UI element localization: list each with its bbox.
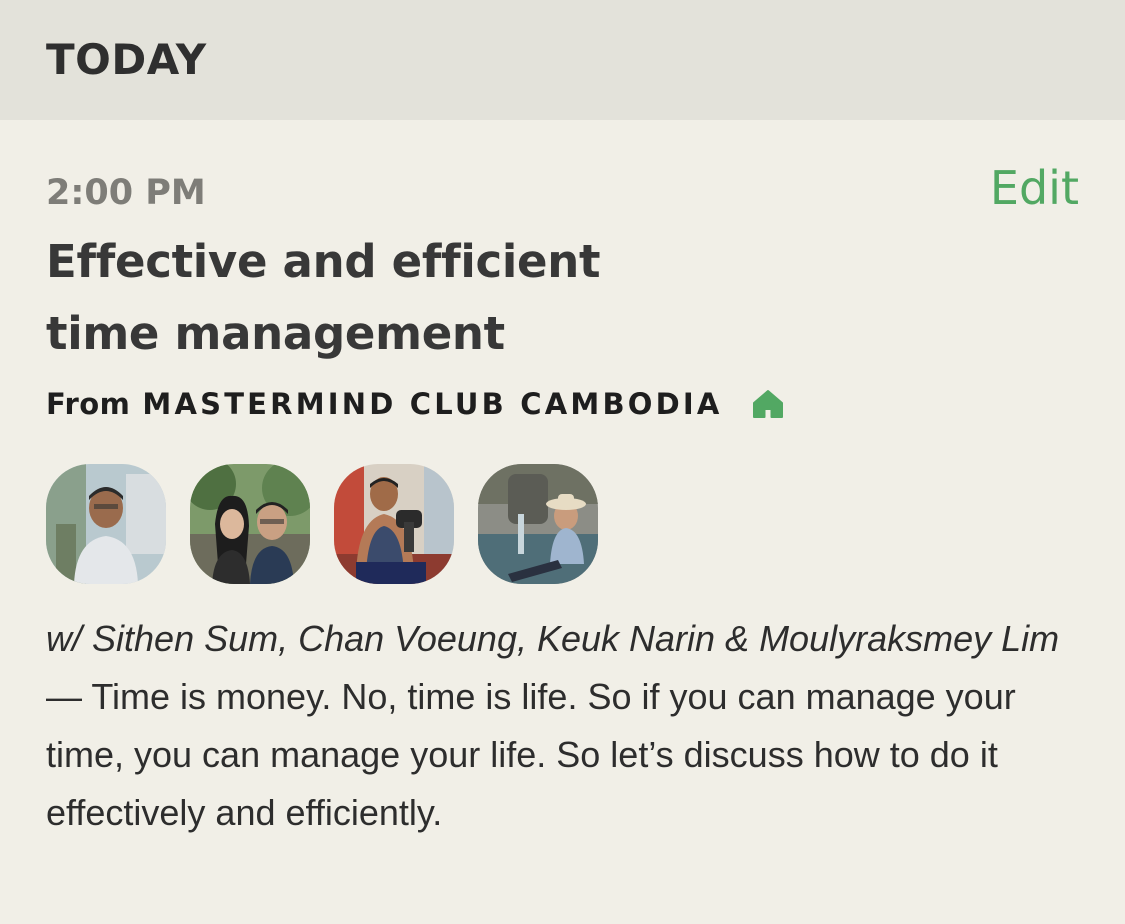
avatar-photo-2 [190,464,310,584]
section-title: TODAY [46,35,207,84]
club-name-link[interactable]: MASTERMIND CLUB CAMBODIA [142,387,722,421]
event-description: w/ Sithen Sum, Chan Voeung, Keuk Narin &… [46,610,1086,842]
speaker-avatar-1[interactable] [46,464,166,584]
event-title: Effective and efficient time management [46,235,601,360]
event-card[interactable]: 2:00 PM Edit Effective and efficient tim… [0,120,1125,924]
event-time: 2:00 PM [46,173,206,213]
section-header: TODAY [0,0,1125,120]
avatar-photo-1 [46,464,166,584]
from-label: From [46,387,131,421]
edit-button[interactable]: Edit [990,160,1079,216]
speaker-names[interactable]: Sithen Sum, Chan Voeung, Keuk Narin & Mo… [92,618,1059,659]
speaker-avatar-2[interactable] [190,464,310,584]
description-text: — Time is money. No, time is life. So if… [46,676,1016,833]
avatar-photo-3 [334,464,454,584]
speaker-avatars [46,464,622,584]
house-icon [752,390,783,418]
club-line: From MASTERMIND CLUB CAMBODIA [46,382,785,426]
avatar-photo-4 [478,464,598,584]
speaker-avatar-3[interactable] [334,464,454,584]
with-prefix: w/ [46,618,82,659]
speaker-avatar-4[interactable] [478,464,598,584]
